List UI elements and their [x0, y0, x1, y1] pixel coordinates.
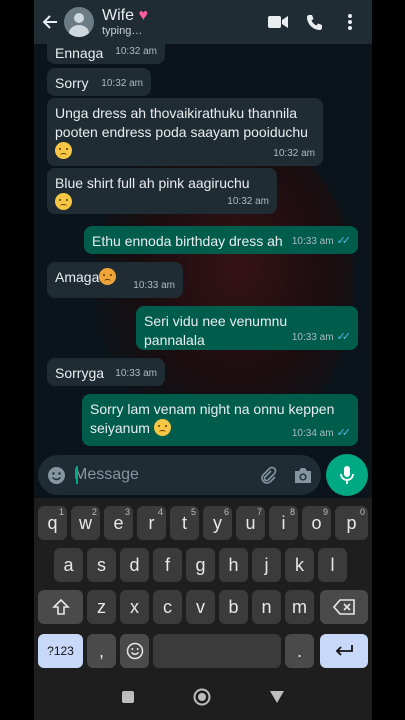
text-cursor [76, 466, 78, 484]
message-composer [34, 452, 372, 498]
key-e[interactable]: e3 [104, 506, 133, 540]
contact-name: Wife ♥ [102, 6, 148, 24]
camera-icon[interactable] [292, 465, 314, 485]
symbols-key[interactable]: ?123 [38, 634, 83, 668]
key-u[interactable]: u7 [236, 506, 265, 540]
key-y[interactable]: y6 [203, 506, 232, 540]
key-t[interactable]: t5 [170, 506, 199, 540]
comma-key[interactable]: , [87, 634, 116, 668]
contact-info[interactable]: Wife ♥ typing… [102, 7, 148, 38]
attach-icon[interactable] [258, 465, 278, 485]
enter-arrow-icon [335, 645, 353, 656]
message-bubble[interactable]: Sorry 10:32 am [47, 68, 151, 96]
smiley-icon [126, 642, 143, 660]
key-p[interactable]: p0 [335, 506, 368, 540]
key-n[interactable]: n [252, 590, 281, 624]
backspace-key[interactable] [320, 590, 368, 624]
message-time: 10:33 am [133, 280, 175, 291]
message-time: 10:33 am [291, 236, 334, 247]
key-o[interactable]: o9 [302, 506, 331, 540]
message-time: 10:33 am [115, 368, 157, 379]
key-f[interactable]: f [153, 548, 182, 582]
key-h[interactable]: h [219, 548, 248, 582]
video-call-icon[interactable] [260, 4, 296, 40]
double-check-icon: ✓✓ [336, 427, 352, 439]
key-r[interactable]: r4 [137, 506, 166, 540]
keyboard-row-4: ?123 , . [34, 634, 372, 668]
key-g[interactable]: g [186, 548, 215, 582]
shift-icon [51, 598, 70, 615]
recents-square-icon[interactable] [121, 690, 135, 709]
chat-header: Wife ♥ typing… [34, 0, 372, 44]
message-time: 10:32 am [115, 46, 157, 57]
frowning-face-icon [55, 142, 72, 159]
key-q[interactable]: q1 [38, 506, 67, 540]
emoji-icon[interactable] [46, 465, 66, 485]
keyboard-row-1: q1 w2 e3 r4 t5 y6 u7 i8 o9 p0 [34, 506, 372, 540]
microphone-button[interactable] [326, 454, 368, 496]
key-c[interactable]: c [153, 590, 182, 624]
more-options-icon[interactable] [332, 4, 368, 40]
key-z[interactable]: z [87, 590, 116, 624]
double-check-icon: ✓✓ [336, 235, 352, 247]
contact-avatar[interactable] [64, 7, 94, 37]
message-time: 10:33 am [291, 332, 334, 343]
whatsapp-chat-screen: Wife ♥ typing… Ennaga 10:32 am Sorry 10:… [34, 0, 372, 720]
message-time: 10:34 am [291, 428, 334, 439]
key-m[interactable]: m [285, 590, 314, 624]
key-k[interactable]: k [285, 548, 314, 582]
message-bubble[interactable]: Ethu ennoda birthday dress ah 10:33 am ✓✓ [84, 226, 358, 254]
microphone-icon [340, 466, 354, 484]
typing-status: typing… [102, 24, 143, 37]
message-input[interactable] [74, 455, 244, 495]
on-screen-keyboard: q1 w2 e3 r4 t5 y6 u7 i8 o9 p0 a s d f g … [34, 498, 372, 678]
message-bubble[interactable]: Unga dress ah thovaikirathuku thannila p… [47, 98, 323, 166]
message-time: 10:32 am [273, 148, 315, 159]
key-i[interactable]: i8 [269, 506, 298, 540]
key-v[interactable]: v [186, 590, 215, 624]
double-check-icon: ✓✓ [336, 331, 352, 343]
back-arrow-icon[interactable] [38, 10, 62, 34]
keyboard-row-3: z x c v b n m [34, 590, 372, 624]
system-navigation-bar [34, 678, 372, 720]
home-circle-icon[interactable] [193, 688, 211, 711]
message-list: Ennaga 10:32 am Sorry 10:32 am Unga dres… [34, 44, 372, 452]
message-input-pill [38, 455, 321, 495]
key-w[interactable]: w2 [71, 506, 100, 540]
message-bubble[interactable]: Sorry lam venam night na onnu keppen sei… [82, 394, 358, 446]
shift-key[interactable] [38, 590, 83, 624]
backspace-icon [333, 599, 355, 615]
message-bubble[interactable]: Amaga 10:33 am [47, 262, 183, 298]
message-bubble[interactable]: Sorryga 10:33 am [47, 358, 165, 386]
sad-face-icon [55, 193, 72, 210]
message-time: 10:32 am [101, 78, 143, 89]
period-key[interactable]: . [285, 634, 314, 668]
key-b[interactable]: b [219, 590, 248, 624]
angry-face-icon [99, 268, 117, 285]
key-x[interactable]: x [120, 590, 149, 624]
key-l[interactable]: l [318, 548, 347, 582]
message-bubble[interactable]: Seri vidu nee venumnu pannalala 10:33 am… [136, 306, 358, 350]
keyboard-row-2: a s d f g h j k l [34, 548, 372, 582]
back-triangle-icon[interactable] [269, 690, 285, 709]
voice-call-icon[interactable] [296, 4, 332, 40]
enter-key[interactable] [320, 634, 368, 668]
relieved-face-icon [153, 419, 171, 436]
key-j[interactable]: j [252, 548, 281, 582]
message-bubble[interactable]: Ennaga 10:32 am [47, 44, 165, 64]
message-bubble[interactable]: Blue shirt full ah pink aagiruchu 10:32 … [47, 168, 277, 214]
emoji-key[interactable] [120, 634, 149, 668]
pink-heart-icon: ♥ [138, 6, 148, 24]
key-s[interactable]: s [87, 548, 116, 582]
space-key[interactable] [153, 634, 281, 668]
key-d[interactable]: d [120, 548, 149, 582]
key-a[interactable]: a [54, 548, 83, 582]
message-time: 10:32 am [227, 196, 269, 207]
